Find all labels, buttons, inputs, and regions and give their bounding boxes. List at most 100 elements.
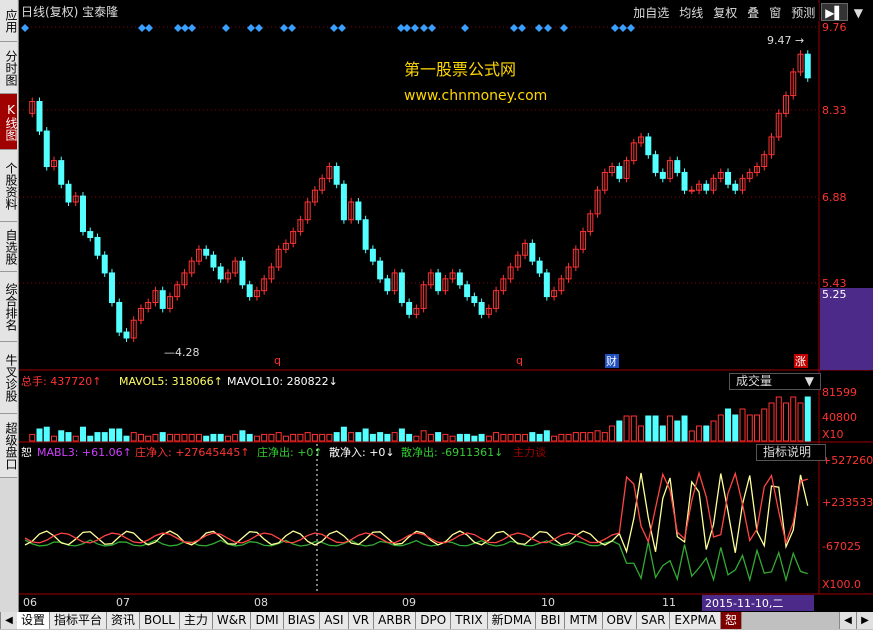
arrow-icon[interactable]: ▶▌ [821,3,848,21]
volume-selector[interactable]: 成交量 ▼ [729,373,821,390]
sidebar-tab-0[interactable]: 应用 [0,0,18,42]
candle-body [674,160,681,173]
bottom-tab-12[interactable]: TRIX [451,612,488,629]
candle-body [384,278,391,292]
sidebar-tab-2[interactable]: K线图 [0,94,18,150]
event-diamond-icon [627,24,635,32]
volume-bar [94,432,101,442]
window-button[interactable]: 窗 [765,3,786,21]
bottom-tab-7[interactable]: BIAS [283,612,321,629]
high-price-annotation: 9.47 → [767,34,804,47]
candle-body [217,266,224,280]
volume-bar [558,433,565,442]
bottom-tab-13[interactable]: 新DMA [487,612,537,629]
candle-body [79,195,86,233]
candle-body [456,272,463,286]
sidebar-tab-4[interactable]: 自选股 [0,222,18,272]
zhang-marker: 涨 [795,355,806,368]
volume-bar [377,432,384,442]
event-diamond-icon [560,24,568,32]
volume-axis-label: 40800 [822,411,857,424]
sidebar-tab-5[interactable]: 综合排名 [0,272,18,342]
event-diamond-icon [181,24,189,32]
candle-body [703,183,710,191]
candle-body [58,160,65,185]
low-price-annotation: —4.28 [164,346,200,359]
volume-bar [674,420,681,442]
event-diamond-icon [330,24,338,32]
candle-body [688,189,695,192]
bottom-tab-19[interactable]: 恕 [721,612,743,629]
bottom-tab-0[interactable]: 设置 [17,612,51,629]
close-dropdown-icon[interactable]: ▼ [849,3,867,21]
bottom-tab-1[interactable]: 指标平台 [50,612,108,629]
bottom-tab-4[interactable]: 主力 [179,612,213,629]
overlay-button[interactable]: 叠 [743,3,764,21]
volume-bar [522,433,529,442]
volume-bar [188,433,195,442]
scroll-right-icon[interactable]: ▶ [856,612,873,629]
candle-body [536,260,543,274]
bottom-tab-17[interactable]: SAR [637,612,671,629]
tab-scroll-left-icon[interactable]: ◀ [0,612,17,629]
sidebar-tab-3[interactable]: 个股资料 [0,150,18,222]
indicator-axis-label: X100.0 [822,578,861,591]
volume-bar [152,433,159,442]
volume-bar [348,432,355,442]
indicator-help-label: 指标说明 [763,445,812,459]
bottom-tab-3[interactable]: BOLL [140,612,180,629]
bottom-tab-10[interactable]: ARBR [374,612,417,629]
sidebar-tab-1[interactable]: 分时图 [0,42,18,94]
volume-bar [804,396,811,442]
event-diamond-icon [138,24,146,32]
price-tick-label: 6.88 [822,191,847,204]
bottom-tab-5[interactable]: W&R [212,612,252,629]
ma-button[interactable]: 均线 [675,3,708,21]
indicator-help-button[interactable]: 指标说明 [756,444,826,461]
bottom-tab-16[interactable]: OBV [602,612,638,629]
restore-button[interactable]: 复权 [709,3,742,21]
kline-chart-area[interactable]: 日线(复权) 宝泰隆 9.76 8.33 6.88 5.43 5.25 第一股票公式网 www… [19,0,873,612]
candle-body [369,248,376,262]
candle-body [43,130,50,168]
volume-bar [775,396,782,442]
bottom-tab-8[interactable]: ASI [320,612,349,629]
chart-toolbar: 加自选 均线 复权 叠 窗 预测 ▶▌ ▼ [629,3,867,21]
volume-bar [72,435,79,442]
event-diamond-icon [518,24,526,32]
volume-bar [435,432,442,442]
volume-bar [181,433,188,442]
indicator-red-line [24,470,808,545]
candle-body [101,254,108,274]
candle-body [645,136,652,156]
tab-bar-spacer [742,612,839,630]
volume-bar [746,414,753,442]
candle-body [239,260,246,286]
indicator-legend-5: 散净出: -6911361↓ [401,445,503,459]
bottom-tab-15[interactable]: MTM [565,612,603,629]
volume-bar [580,432,587,442]
bottom-tab-2[interactable]: 资讯 [107,612,141,629]
volume-bar [355,432,362,442]
volume-bar [420,430,427,442]
bottom-tab-9[interactable]: VR [348,612,375,629]
indicator-axis-label: +527260 [822,454,873,467]
forecast-button[interactable]: 预测 [787,3,820,21]
bottom-tab-14[interactable]: BBI [536,612,566,629]
bottom-tab-6[interactable]: DMI [251,612,284,629]
sidebar-tab-7[interactable]: 超级盘口 [0,414,18,478]
candle-body [406,302,413,315]
indicator-axis-label: +233533 [822,496,873,509]
candle-body [652,154,659,173]
add-self-button[interactable]: 加自选 [629,3,674,21]
candle-body [543,272,550,298]
bottom-tab-18[interactable]: EXPMA [670,612,722,629]
volume-bar [667,415,674,442]
volume-bar [601,432,608,442]
price-tick-label: 8.33 [822,104,847,117]
volume-bar [406,433,413,442]
bottom-tab-11[interactable]: DPO [416,612,452,629]
sidebar-tab-6[interactable]: 牛叉诊股 [0,342,18,414]
scroll-left-icon[interactable]: ◀ [839,612,856,629]
q-marker: q [516,354,523,367]
